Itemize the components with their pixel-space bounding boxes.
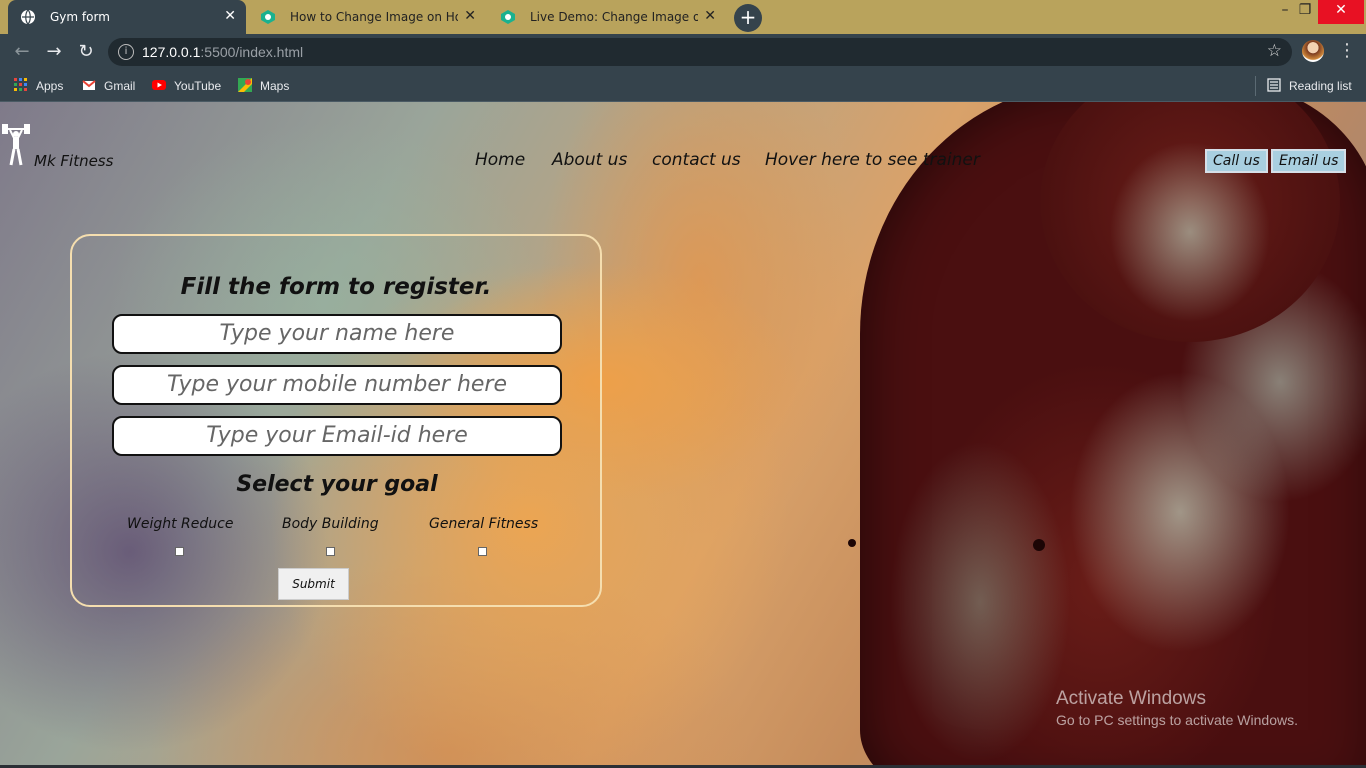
tab-title: How to Change Image on Hover: [290, 10, 458, 24]
name-input[interactable]: Type your name here: [112, 314, 562, 354]
bookmarks-separator: [1255, 76, 1256, 96]
bookmark-label: YouTube: [174, 79, 222, 93]
maps-icon: [238, 78, 252, 92]
gmail-icon: [82, 80, 96, 90]
goal-label-weight-reduce: Weight Reduce: [127, 516, 234, 532]
email-input[interactable]: Type your Email-id here: [112, 416, 562, 456]
url-text[interactable]: 127.0.0.1:5500/index.html: [142, 44, 303, 60]
reload-icon[interactable]: ↻: [74, 40, 98, 64]
reading-list-label: Reading list: [1289, 79, 1352, 93]
site-info-icon[interactable]: i: [118, 44, 134, 60]
apps-grid-icon: [14, 78, 27, 91]
nav-trainer[interactable]: Hover here to see trainer: [765, 150, 980, 170]
tab-gym-form[interactable]: Gym form ✕: [8, 0, 246, 34]
registration-form: Fill the form to register. Type your nam…: [70, 234, 602, 607]
close-window-button[interactable]: ✕: [1318, 0, 1364, 24]
body-building-checkbox[interactable]: [326, 547, 335, 556]
globe-icon: [21, 9, 35, 25]
menu-kebab-icon[interactable]: ⋮: [1338, 40, 1356, 61]
bookmark-star-icon[interactable]: ☆: [1267, 41, 1282, 61]
nav-home[interactable]: Home: [475, 150, 525, 170]
bookmark-label: Gmail: [104, 79, 136, 93]
bookmarks-bar: Apps Gmail YouTube Maps Reading list: [0, 70, 1366, 102]
tab-hover-image[interactable]: How to Change Image on Hover ✕: [248, 0, 486, 34]
weightlifter-logo-icon: [2, 124, 30, 166]
submit-button[interactable]: Submit: [278, 568, 349, 600]
windows-activation-watermark: Activate Windows Go to PC settings to ac…: [1056, 688, 1298, 728]
page-viewport: Mk Fitness Home About us contact us Hove…: [0, 102, 1366, 768]
geeks-icon: [261, 10, 275, 24]
goal-label-body-building: Body Building: [282, 516, 379, 532]
forward-arrow-icon[interactable]: →: [42, 40, 66, 64]
general-fitness-checkbox[interactable]: [478, 547, 487, 556]
nav-contact-us[interactable]: contact us: [652, 150, 741, 170]
bookmark-youtube[interactable]: YouTube: [152, 78, 221, 93]
close-tab-icon[interactable]: ✕: [464, 8, 476, 24]
weight-reduce-checkbox[interactable]: [175, 547, 184, 556]
tab-live-demo[interactable]: Live Demo: Change Image on Ho ✕: [488, 0, 726, 34]
tab-strip: Gym form ✕ How to Change Image on Hover …: [0, 0, 1366, 34]
form-title: Fill the form to register.: [180, 274, 492, 300]
browser-toolbar: ← → ↻ i 127.0.0.1:5500/index.html ☆: [0, 34, 1366, 70]
hero-detail: [1033, 539, 1045, 551]
bookmark-label: Maps: [260, 79, 290, 93]
geeks-icon: [501, 10, 515, 24]
reading-list-button[interactable]: Reading list: [1267, 78, 1352, 93]
brand-name[interactable]: Mk Fitness: [34, 152, 113, 170]
nav-about-us[interactable]: About us: [552, 150, 627, 170]
bookmark-maps[interactable]: Maps: [238, 78, 289, 93]
watermark-title: Activate Windows: [1056, 688, 1206, 709]
url-path: :5500/index.html: [200, 44, 304, 60]
back-arrow-icon[interactable]: ←: [10, 40, 34, 64]
url-host: 127.0.0.1: [142, 44, 201, 60]
goal-label-general-fitness: General Fitness: [429, 516, 539, 532]
mobile-input[interactable]: Type your mobile number here: [112, 365, 562, 405]
bookmark-gmail[interactable]: Gmail: [82, 78, 135, 93]
new-tab-button[interactable]: +: [734, 4, 762, 32]
youtube-icon: [152, 80, 166, 90]
tab-title: Live Demo: Change Image on Ho: [530, 10, 698, 24]
close-tab-icon[interactable]: ✕: [224, 8, 236, 24]
bookmark-label: Apps: [36, 79, 64, 93]
call-us-button[interactable]: Call us: [1205, 149, 1268, 173]
address-bar[interactable]: i 127.0.0.1:5500/index.html ☆: [108, 38, 1292, 66]
email-us-button[interactable]: Email us: [1271, 149, 1347, 173]
reading-list-icon: [1267, 78, 1281, 92]
close-tab-icon[interactable]: ✕: [704, 8, 716, 24]
tab-title: Gym form: [50, 10, 110, 24]
goal-title: Select your goal: [236, 472, 438, 497]
hero-detail: [848, 539, 856, 547]
profile-avatar[interactable]: [1302, 40, 1324, 62]
watermark-subtitle: Go to PC settings to activate Windows.: [1056, 712, 1298, 728]
bookmark-apps[interactable]: Apps: [14, 78, 63, 93]
